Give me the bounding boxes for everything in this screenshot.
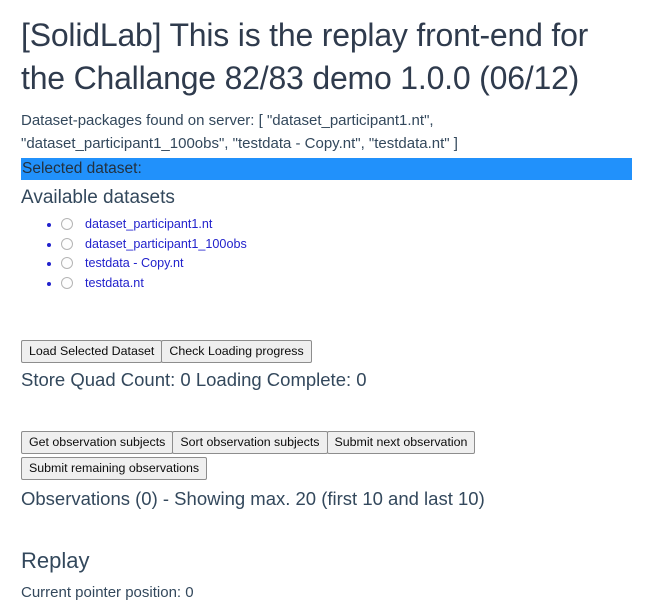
dataset-link[interactable]: testdata.nt (85, 276, 144, 290)
server-packages-text: Dataset-packages found on server: [ "dat… (21, 112, 458, 153)
get-observation-subjects-button[interactable]: Get observation subjects (21, 431, 174, 455)
current-pointer-position-text: Current pointer position: 0 (21, 583, 194, 601)
list-item[interactable]: dataset_participant1_100obs (61, 235, 630, 255)
submit-remaining-observations-button[interactable]: Submit remaining observations (21, 457, 208, 481)
loading-status-text: Store Quad Count: 0 Loading Complete: 0 (21, 369, 367, 391)
load-selected-dataset-button[interactable]: Load Selected Dataset (21, 340, 163, 364)
replay-heading: Replay (21, 548, 90, 574)
selected-dataset-label: Selected dataset: (22, 159, 142, 177)
submit-next-observation-button[interactable]: Submit next observation (326, 431, 476, 455)
dataset-link[interactable]: dataset_participant1.nt (85, 217, 212, 231)
radio-button-icon[interactable] (61, 218, 73, 231)
loading-button-row: Load Selected Dataset Check Loading progr… (21, 340, 630, 364)
list-item[interactable]: testdata - Copy.nt (61, 254, 630, 274)
observation-button-row-1: Get observation subjects Sort observation… (21, 431, 630, 455)
page-title: [SolidLab] This is the replay front-end … (21, 17, 589, 97)
observation-button-row-2: Submit remaining observations (21, 457, 630, 481)
list-item[interactable]: testdata.nt (61, 274, 630, 294)
sort-observation-subjects-button[interactable]: Sort observation subjects (172, 431, 328, 455)
page-root: [SolidLab] This is the replay front-end … (0, 14, 651, 603)
list-item[interactable]: dataset_participant1.nt (61, 215, 630, 235)
observations-status-text: Observations (0) - Showing max. 20 (firs… (21, 488, 485, 510)
radio-button-icon[interactable] (61, 237, 73, 250)
dataset-link[interactable]: testdata - Copy.nt (85, 256, 183, 270)
dataset-link[interactable]: dataset_participant1_100obs (85, 237, 247, 251)
radio-button-icon[interactable] (61, 276, 73, 289)
check-loading-progress-button[interactable]: Check Loading progress (161, 340, 312, 364)
available-datasets-heading: Available datasets (21, 187, 175, 209)
selected-dataset-bar: Selected dataset: (21, 157, 632, 181)
radio-button-icon[interactable] (61, 257, 73, 270)
available-datasets-list: dataset_participant1.nt dataset_particip… (21, 215, 630, 293)
